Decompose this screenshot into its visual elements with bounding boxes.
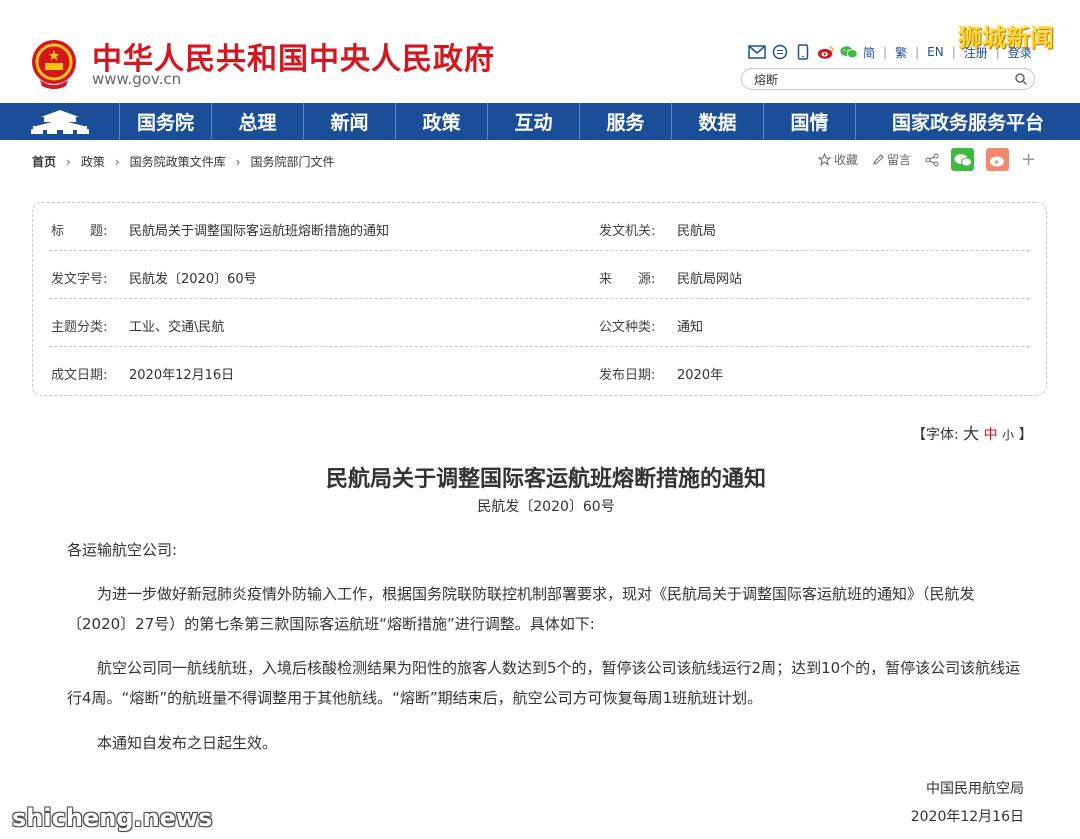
divider: | [951, 45, 956, 59]
meta-row: 主题分类: 工业、交通\民航 公文种类: 通知 [49, 299, 1029, 347]
breadcrumb-policy[interactable]: 政策 [81, 153, 105, 170]
nav-services[interactable]: 服务 [580, 103, 672, 140]
breadcrumb: 首页 › 政策 › 国务院政策文件库 › 国务院部门文件 [32, 153, 335, 170]
site-header: 中华人民共和国中央人民政府 www.gov.cn 狮城新闻 简 | 繁 | EN… [0, 0, 1080, 103]
type-label: 公文种类: [599, 320, 656, 335]
search-icon[interactable] [1014, 72, 1028, 86]
divider: | [915, 45, 920, 59]
mobile-icon[interactable] [794, 44, 812, 60]
chat-icon[interactable] [771, 44, 789, 60]
nav-policy[interactable]: 政策 [396, 103, 488, 140]
divider: | [883, 45, 888, 59]
wechat-icon[interactable] [840, 44, 858, 60]
font-size-large[interactable]: 大 [963, 424, 979, 443]
nav-service-platform[interactable]: 国家政务服务平台 [856, 103, 1080, 140]
article-doc-number: 民航发〔2020〕60号 [477, 499, 615, 515]
article-paragraph: 本通知自发布之日起生效。 [97, 734, 278, 752]
font-size-medium[interactable]: 中 [984, 427, 998, 443]
published-date-label: 发布日期: [599, 368, 656, 383]
lang-simplified[interactable]: 简 [863, 44, 875, 61]
breadcrumb-department-docs[interactable]: 国务院部门文件 [250, 153, 334, 170]
source-value: 民航局网站 [677, 272, 743, 287]
article-paragraph: 航空公司同一航线航班，入境后核酸检测结果为阳性的旅客人数达到5个的，暂停该公司该… [67, 659, 1021, 707]
favorite-button[interactable]: 收藏 [818, 151, 858, 168]
divider: | [995, 45, 1000, 59]
chevron-right-icon: › [114, 154, 120, 169]
search-box [741, 68, 1035, 90]
issuer-label: 发文机关: [599, 224, 656, 239]
main-nav: 国务院 总理 新闻 政策 互动 服务 数据 国情 国家政务服务平台 [0, 103, 1080, 140]
more-share-button[interactable]: + [1021, 149, 1036, 170]
mail-icon[interactable] [748, 44, 766, 60]
nav-premier[interactable]: 总理 [212, 103, 304, 140]
meta-row: 标 题: 民航局关于调整国际客运航班熔断措施的通知 发文机关: 民航局 [49, 203, 1029, 251]
article-salutation: 各运输航空公司: [67, 541, 178, 559]
share-icon[interactable] [925, 153, 939, 167]
article-title: 民航局关于调整国际客运航班熔断措施的通知 [325, 466, 766, 492]
document-meta-box: 标 题: 民航局关于调整国际客运航班熔断措施的通知 发文机关: 民航局 发文字号… [32, 202, 1047, 396]
published-date-value: 2020年 [677, 368, 724, 383]
meta-row: 发文字号: 民航发〔2020〕60号 来 源: 民航局网站 [49, 251, 1029, 299]
chevron-right-icon: › [66, 154, 71, 169]
title-value: 民航局关于调整国际客运航班熔断措施的通知 [129, 224, 390, 239]
docno-label: 发文字号: [51, 272, 108, 287]
lang-traditional[interactable]: 繁 [895, 44, 907, 61]
font-size-prefix: 【字体: [912, 427, 959, 443]
lang-english[interactable]: EN [927, 45, 944, 59]
issuer-value: 民航局 [677, 224, 717, 239]
nav-state-council[interactable]: 国务院 [120, 103, 212, 140]
share-wechat-icon[interactable] [951, 148, 975, 171]
font-size-suffix: 】 [1018, 427, 1033, 443]
nav-data[interactable]: 数据 [672, 103, 764, 140]
topic-value: 工业、交通\民航 [129, 320, 225, 335]
article-date: 2020年12月16日 [910, 809, 1024, 825]
star-icon [818, 153, 831, 166]
title-label: 标 题: [51, 224, 108, 239]
type-value: 通知 [677, 320, 704, 335]
comment-button[interactable]: 留言 [872, 151, 911, 168]
font-size-selector: 【字体: 大 中 小 】 [912, 420, 1033, 444]
nav-interact[interactable]: 互动 [488, 103, 580, 140]
search-input[interactable] [754, 71, 1004, 87]
comment-label: 留言 [887, 153, 912, 167]
written-date-value: 2020年12月16日 [129, 368, 235, 383]
chevron-right-icon: › [235, 154, 241, 169]
breadcrumb-home[interactable]: 首页 [32, 153, 56, 170]
weibo-icon[interactable] [817, 44, 835, 60]
nav-national-info[interactable]: 国情 [764, 103, 856, 140]
share-bar: 收藏 留言 + [818, 148, 1036, 171]
national-emblem-icon[interactable] [30, 38, 78, 90]
share-weibo-icon[interactable] [986, 148, 1010, 171]
pencil-icon [873, 153, 884, 165]
nav-news[interactable]: 新闻 [304, 103, 396, 140]
breadcrumb-policy-library[interactable]: 国务院政策文件库 [130, 153, 226, 170]
header-tools: 简 | 繁 | EN | 注册 | 登录 [748, 42, 1032, 62]
meta-row: 成文日期: 2020年12月16日 发布日期: 2020年 [49, 347, 1029, 395]
site-url[interactable]: www.gov.cn [92, 70, 181, 88]
watermark-bottom: shicheng.news [12, 804, 213, 832]
favorite-label: 收藏 [834, 153, 859, 167]
article-paragraph: 为进一步做好新冠肺炎疫情外防输入工作，根据国务院联防联控机制部署要求，现对《民航… [67, 585, 975, 633]
tiananmen-icon[interactable] [0, 103, 120, 140]
login-link[interactable]: 登录 [1008, 44, 1032, 61]
written-date-label: 成文日期: [51, 368, 108, 383]
register-link[interactable]: 注册 [964, 44, 988, 61]
font-size-small[interactable]: 小 [1002, 428, 1014, 442]
article-signer: 中国民用航空局 [926, 781, 1024, 797]
source-label: 来 源: [599, 272, 656, 287]
docno-value: 民航发〔2020〕60号 [129, 272, 257, 287]
topic-label: 主题分类: [51, 320, 108, 335]
